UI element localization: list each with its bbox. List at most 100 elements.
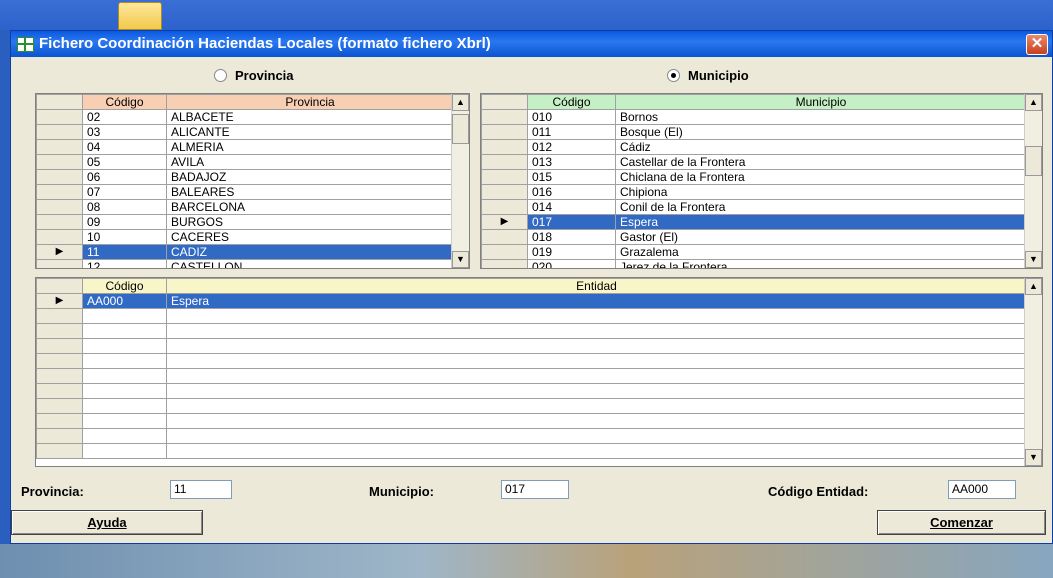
folder-icon[interactable] bbox=[118, 2, 162, 30]
table-row[interactable]: 06 BADAJOZ bbox=[36, 169, 454, 185]
table-row[interactable]: 10 CACERES bbox=[36, 229, 454, 245]
column-header[interactable]: Código bbox=[82, 278, 167, 294]
empty-cell[interactable] bbox=[82, 323, 167, 339]
current-row-arrow-icon[interactable]: ▶ bbox=[36, 244, 83, 260]
table-row[interactable]: 07 BALEARES bbox=[36, 184, 454, 200]
nombre-cell[interactable]: BALEARES bbox=[166, 184, 454, 200]
column-header[interactable]: Municipio bbox=[615, 94, 1027, 110]
row-indicator[interactable] bbox=[481, 109, 528, 125]
empty-cell[interactable] bbox=[36, 353, 83, 369]
column-header[interactable]: Provincia bbox=[166, 94, 454, 110]
table-row[interactable]: ▶ AA000 Espera bbox=[36, 293, 1027, 309]
empty-cell[interactable] bbox=[36, 443, 83, 459]
codigo-cell[interactable]: 02 bbox=[82, 109, 167, 125]
provincia-field[interactable]: 11 bbox=[170, 480, 232, 499]
radio-provincia[interactable]: Provincia bbox=[214, 68, 294, 83]
empty-cell[interactable] bbox=[166, 398, 1027, 414]
table-row[interactable]: 011 Bosque (El) bbox=[481, 124, 1027, 140]
current-row-arrow-icon[interactable]: ▶ bbox=[36, 293, 83, 309]
codigo-cell[interactable]: 018 bbox=[527, 229, 616, 245]
scroll-up-icon[interactable]: ▲ bbox=[1025, 94, 1042, 111]
ayuda-button[interactable]: Ayuda bbox=[11, 510, 203, 535]
nombre-cell[interactable]: Jerez de la Frontera bbox=[615, 259, 1027, 268]
scroll-thumb[interactable] bbox=[452, 114, 469, 144]
codigo-cell[interactable]: 019 bbox=[527, 244, 616, 260]
empty-row[interactable] bbox=[36, 338, 1027, 354]
empty-cell[interactable] bbox=[36, 323, 83, 339]
empty-row[interactable] bbox=[36, 308, 1027, 324]
codigo-cell[interactable]: 03 bbox=[82, 124, 167, 140]
empty-cell[interactable] bbox=[82, 308, 167, 324]
row-indicator[interactable] bbox=[481, 139, 528, 155]
current-row-arrow-icon[interactable]: ▶ bbox=[481, 214, 528, 230]
table-row[interactable]: 08 BARCELONA bbox=[36, 199, 454, 215]
comenzar-button[interactable]: Comenzar bbox=[877, 510, 1046, 535]
row-indicator[interactable] bbox=[36, 259, 83, 268]
table-row[interactable]: 12 CASTELLON bbox=[36, 259, 454, 268]
scroll-thumb[interactable] bbox=[1025, 146, 1042, 176]
codigo-cell[interactable]: 013 bbox=[527, 154, 616, 170]
empty-cell[interactable] bbox=[36, 308, 83, 324]
table-row[interactable]: 09 BURGOS bbox=[36, 214, 454, 230]
entidad-field[interactable]: AA000 bbox=[948, 480, 1016, 499]
nombre-cell[interactable]: CASTELLON bbox=[166, 259, 454, 268]
empty-cell[interactable] bbox=[166, 428, 1027, 444]
empty-cell[interactable] bbox=[82, 443, 167, 459]
empty-cell[interactable] bbox=[36, 398, 83, 414]
empty-cell[interactable] bbox=[36, 383, 83, 399]
table-row[interactable]: 04 ALMERIA bbox=[36, 139, 454, 155]
radio-municipio-dot[interactable] bbox=[667, 69, 680, 82]
table-row[interactable]: 013 Castellar de la Frontera bbox=[481, 154, 1027, 170]
empty-cell[interactable] bbox=[82, 353, 167, 369]
empty-row[interactable] bbox=[36, 398, 1027, 414]
nombre-cell[interactable]: CADIZ bbox=[166, 244, 454, 260]
row-indicator[interactable] bbox=[36, 109, 83, 125]
nombre-cell[interactable]: Cádiz bbox=[615, 139, 1027, 155]
empty-cell[interactable] bbox=[166, 353, 1027, 369]
scroll-down-icon[interactable]: ▼ bbox=[1025, 251, 1042, 268]
row-indicator[interactable] bbox=[36, 124, 83, 140]
empty-row[interactable] bbox=[36, 353, 1027, 369]
empty-row[interactable] bbox=[36, 428, 1027, 444]
empty-cell[interactable] bbox=[166, 383, 1027, 399]
table-row[interactable]: 015 Chiclana de la Frontera bbox=[481, 169, 1027, 185]
entidad-scrollbar[interactable]: ▲ ▼ bbox=[1024, 278, 1042, 466]
row-indicator[interactable] bbox=[36, 199, 83, 215]
codigo-cell[interactable]: 06 bbox=[82, 169, 167, 185]
empty-row[interactable] bbox=[36, 413, 1027, 429]
codigo-cell[interactable]: 09 bbox=[82, 214, 167, 230]
table-row[interactable]: 012 Cádiz bbox=[481, 139, 1027, 155]
empty-row[interactable] bbox=[36, 443, 1027, 459]
nombre-cell[interactable]: BARCELONA bbox=[166, 199, 454, 215]
nombre-cell[interactable]: Chiclana de la Frontera bbox=[615, 169, 1027, 185]
scroll-up-icon[interactable]: ▲ bbox=[452, 94, 469, 111]
nombre-cell[interactable]: Bosque (El) bbox=[615, 124, 1027, 140]
row-indicator[interactable] bbox=[481, 199, 528, 215]
nombre-cell[interactable]: Espera bbox=[166, 293, 1027, 309]
row-indicator[interactable] bbox=[481, 184, 528, 200]
empty-cell[interactable] bbox=[166, 443, 1027, 459]
codigo-cell[interactable]: 011 bbox=[527, 124, 616, 140]
empty-cell[interactable] bbox=[82, 413, 167, 429]
empty-cell[interactable] bbox=[82, 383, 167, 399]
radio-municipio[interactable]: Municipio bbox=[667, 68, 749, 83]
table-row[interactable]: 02 ALBACETE bbox=[36, 109, 454, 125]
close-button[interactable]: ✕ bbox=[1026, 34, 1048, 55]
nombre-cell[interactable]: Chipiona bbox=[615, 184, 1027, 200]
row-indicator[interactable] bbox=[481, 169, 528, 185]
entidad-grid[interactable]: Código Entidad ▶ AA000 Espera ▲ ▼ bbox=[35, 277, 1043, 467]
empty-cell[interactable] bbox=[82, 338, 167, 354]
municipio-field[interactable]: 017 bbox=[501, 480, 569, 499]
empty-cell[interactable] bbox=[36, 368, 83, 384]
nombre-cell[interactable]: ALBACETE bbox=[166, 109, 454, 125]
empty-cell[interactable] bbox=[166, 308, 1027, 324]
codigo-cell[interactable]: 11 bbox=[82, 244, 167, 260]
table-row[interactable]: 019 Grazalema bbox=[481, 244, 1027, 260]
row-indicator[interactable] bbox=[36, 154, 83, 170]
codigo-cell[interactable]: 12 bbox=[82, 259, 167, 268]
empty-cell[interactable] bbox=[36, 338, 83, 354]
table-row[interactable]: 014 Conil de la Frontera bbox=[481, 199, 1027, 215]
table-row[interactable]: 020 Jerez de la Frontera bbox=[481, 259, 1027, 268]
empty-row[interactable] bbox=[36, 368, 1027, 384]
empty-cell[interactable] bbox=[166, 413, 1027, 429]
